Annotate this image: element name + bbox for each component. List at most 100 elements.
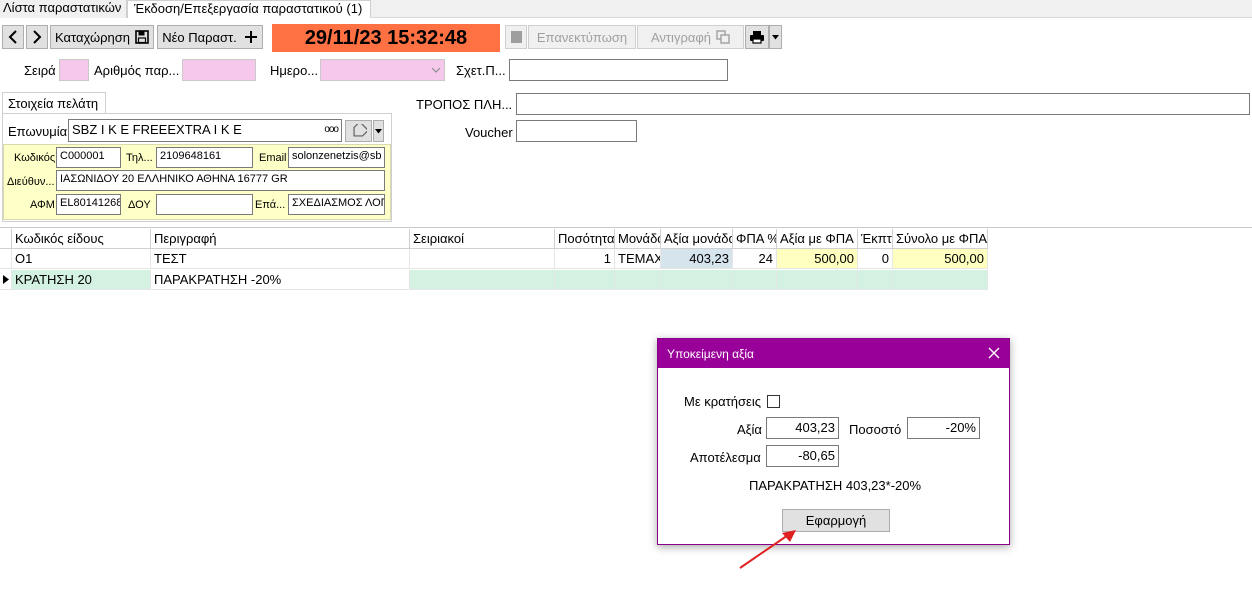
table-cell[interactable]: O1 (12, 249, 151, 269)
table-cell[interactable]: ΠΑΡΑΚΡΑΤΗΣΗ -20% (151, 270, 410, 290)
customer-code-field[interactable]: C000001 (56, 147, 121, 168)
related-document-field[interactable] (509, 59, 728, 81)
table-cell[interactable] (777, 270, 858, 290)
table-cell[interactable] (410, 249, 555, 269)
save-button-label: Καταχώρηση (55, 29, 130, 45)
grid-top-border (0, 227, 1252, 228)
column-header[interactable]: Ποσότητα (555, 229, 615, 249)
table-cell[interactable]: 24 (733, 249, 777, 269)
dropdown-arrow-icon (375, 128, 382, 133)
document-number-label: Αριθμός παρ... (94, 63, 180, 78)
row-pointer-icon (3, 275, 9, 284)
table-cell[interactable]: ΤΕΜΑΧ (615, 249, 661, 269)
column-header[interactable]: Σύνολο με ΦΠΑ (893, 229, 988, 249)
chevron-left-icon (8, 30, 17, 44)
row-indicator-header (0, 229, 12, 249)
grid-header-row: Κωδικός είδους Περιγραφή Σειριακοί Ποσότ… (0, 229, 988, 249)
document-number-field[interactable] (182, 59, 256, 81)
customer-name-field[interactable]: SBZ I K E FREEEXTRA I K E ooo (68, 119, 342, 142)
column-header[interactable]: Αξία με ΦΠΑ (777, 229, 858, 249)
table-cell[interactable]: 0 (858, 249, 893, 269)
column-header[interactable]: Κωδικός είδους (12, 229, 151, 249)
table-cell[interactable]: 403,23 (661, 249, 733, 269)
reprint-button[interactable]: Επανεκτύπωση (528, 25, 636, 49)
customer-email-field[interactable]: solonzenetzis@sb (288, 147, 385, 168)
tab-document-list[interactable]: Λίστα παραστατικών (0, 0, 127, 18)
percent-label: Ποσοστό (849, 422, 902, 437)
table-cell[interactable]: ΤΕΣΤ (151, 249, 410, 269)
table-cell[interactable]: ΚΡΑΤΗΣΗ 20 (12, 270, 151, 290)
stop-icon (510, 31, 522, 43)
plus-icon (244, 31, 257, 43)
table-cell[interactable] (615, 270, 661, 290)
with-deductions-checkbox[interactable] (767, 395, 780, 408)
current-row-indicator[interactable] (0, 270, 12, 290)
customer-dropdown-button[interactable] (373, 120, 384, 142)
customer-afm-label: ΑΦΜ (30, 199, 55, 211)
voucher-label: Voucher (465, 125, 513, 140)
table-cell[interactable] (555, 270, 615, 290)
value-field[interactable]: 403,23 (766, 417, 839, 439)
related-document-label: Σχετ.Π... (456, 63, 506, 78)
voucher-field[interactable] (516, 120, 637, 142)
customer-lookup-button[interactable] (345, 120, 372, 142)
with-deductions-label: Με κρατήσεις (684, 394, 761, 409)
next-button[interactable] (26, 25, 48, 49)
dialog-titlebar[interactable]: Υποκείμενη αξία (658, 339, 1009, 368)
result-field[interactable]: -80,65 (766, 445, 839, 467)
table-row[interactable]: O1 ΤΕΣΤ 1 ΤΕΜΑΧ 403,23 24 500,00 0 500,0… (0, 249, 988, 269)
payment-method-label: ΤΡΟΠΟΣ ΠΛΗ... (416, 97, 513, 112)
tab-customer-details[interactable]: Στοιχεία πελάτη (2, 92, 106, 114)
copy-button[interactable]: Αντιγραφή (637, 25, 744, 49)
table-cell[interactable] (410, 270, 555, 290)
tab-document-edit[interactable]: Έκδοση/Επεξεργασία παραστατικού (1) (127, 0, 371, 18)
series-field[interactable] (59, 59, 89, 81)
customer-afm-field[interactable]: EL80141268 (56, 194, 121, 215)
stop-button[interactable] (505, 25, 527, 49)
document-datetime: 29/11/23 15:32:48 (272, 24, 500, 52)
copy-icon (716, 30, 730, 44)
dropdown-arrow-icon (772, 34, 779, 39)
customer-email-label: Email (259, 152, 287, 164)
chevron-right-icon (33, 30, 42, 44)
table-cell[interactable] (733, 270, 777, 290)
previous-button[interactable] (2, 25, 24, 49)
customer-profession-field[interactable]: ΣΧΕΔΙΑΣΜΟΣ ΛΟΓ (288, 194, 385, 215)
percent-field[interactable]: -20% (907, 417, 980, 439)
reprint-button-label: Επανεκτύπωση (536, 29, 628, 45)
customer-name-label: Επωνυμία (8, 124, 68, 139)
column-header[interactable]: Αξία μονάδας (661, 229, 733, 249)
customer-address-field[interactable]: ΙΑΣΩΝΙΔΟΥ 20 ΕΛΛΗΝΙΚΟ ΑΘΗΝΑ 16777 GR (56, 170, 385, 191)
column-header[interactable]: ΦΠΑ % (733, 229, 777, 249)
table-cell[interactable] (893, 270, 988, 290)
table-row[interactable]: ΚΡΑΤΗΣΗ 20 ΠΑΡΑΚΡΑΤΗΣΗ -20% (0, 270, 988, 290)
print-button[interactable] (745, 25, 769, 49)
table-cell[interactable]: 500,00 (893, 249, 988, 269)
close-icon[interactable] (988, 347, 1000, 359)
chevron-down-icon[interactable] (431, 67, 441, 73)
date-field[interactable] (320, 59, 445, 81)
column-header[interactable]: Σειριακοί (410, 229, 555, 249)
customer-tax-office-field[interactable] (156, 194, 253, 215)
row-indicator[interactable] (0, 249, 12, 269)
column-header[interactable]: Περιγραφή (151, 229, 410, 249)
series-label: Σειρά (24, 63, 56, 78)
customer-name-value: SBZ I K E FREEEXTRA I K E (72, 122, 242, 137)
table-cell[interactable]: 500,00 (777, 249, 858, 269)
print-dropdown-button[interactable] (769, 25, 782, 49)
new-document-button[interactable]: Νέο Παραστ. (157, 25, 263, 49)
dialog-title: Υποκείμενη αξία (667, 347, 754, 361)
payment-method-field[interactable] (516, 93, 1250, 115)
result-label: Αποτέλεσμα (690, 450, 761, 465)
apply-button-label: Εφαρμογή (805, 513, 867, 528)
table-cell[interactable] (661, 270, 733, 290)
customer-phone-field[interactable]: 2109648161 (156, 147, 253, 168)
ellipsis-icon[interactable]: ooo (324, 124, 339, 135)
table-cell[interactable]: 1 (555, 249, 615, 269)
copy-button-label: Αντιγραφή (650, 29, 712, 45)
save-button[interactable]: Καταχώρηση (50, 25, 154, 49)
column-header[interactable]: Έκπτ (858, 229, 893, 249)
table-cell[interactable] (858, 270, 893, 290)
customer-address-label: Διεύθυν... (7, 176, 55, 188)
column-header[interactable]: Μονάδα (615, 229, 661, 249)
